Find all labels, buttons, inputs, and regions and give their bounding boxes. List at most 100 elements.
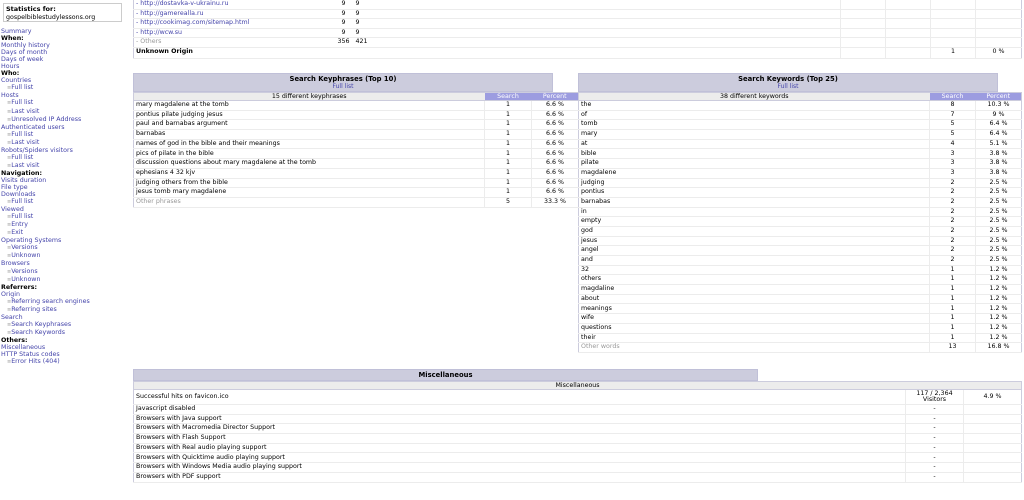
menu-link-full-list[interactable]: Full list [1,99,129,107]
menu-link-full-list[interactable]: Full list [1,198,129,206]
keyphrase-row: Other phrases 5 33.3 % [133,197,579,208]
keyword-term: others [578,274,930,286]
menu-link-versions[interactable]: Versions [1,268,129,276]
keyword-percent: 3.8 % [975,158,1022,169]
keyword-row: the 8 10.3 % [578,100,1022,111]
keyword-row: bible 3 3.8 % [578,148,1022,160]
keyphrase-percent: 6.6 % [531,100,579,111]
keyword-search-count: 3 [929,148,976,160]
misc-percent [962,423,1022,435]
menu-link-countries[interactable]: Countries [1,77,129,84]
keyword-row: questions 1 1.2 % [578,323,1022,334]
menu-link-origin[interactable]: Origin [1,291,129,298]
keyword-row: at 4 5.1 % [578,139,1022,150]
keyphrase-search-count: 1 [484,168,532,179]
menu-link-hosts[interactable]: Hosts [1,92,129,99]
keyphrase-percent: 6.6 % [531,139,579,150]
menu-link-downloads[interactable]: Downloads [1,191,129,198]
referrer-row: - http://cookimag.com/sitemap.html 9 9 [133,18,1022,29]
menu-link-last-visit[interactable]: Last visit [1,108,129,116]
referrer-url[interactable]: - http://cookimag.com/sitemap.html [133,18,334,29]
empty-cell [885,46,931,59]
menu-link-full-list[interactable]: Full list [1,213,129,221]
keyphrase-search-count: 1 [484,129,532,140]
keyphrase-percent: 6.6 % [531,129,579,140]
keyphrase-row: mary magdalene at the tomb 1 6.6 % [133,100,579,111]
menu-link-referring-sites[interactable]: Referring sites [1,306,129,314]
menu-link-referring-search-engines[interactable]: Referring search engines [1,298,129,306]
referrer-url[interactable]: - http://wcw.su [133,28,334,38]
referrer-url[interactable]: - http://gamerealla.ru [133,9,334,19]
menu-link-full-list[interactable]: Full list [1,131,129,139]
keyword-term: questions [578,323,930,334]
menu-link-last-visit[interactable]: Last visit [1,162,129,170]
menu-link-robots-spiders-visitors[interactable]: Robots/Spiders visitors [1,147,129,154]
col-percent-header: Percent [975,92,1022,101]
keyword-search-count: 2 [929,226,976,237]
menu-link-search-keywords[interactable]: Search Keywords [1,329,129,337]
menu-link-days-of-week[interactable]: Days of week [1,56,129,63]
empty-cell [885,9,931,19]
keyphrase-percent: 33.3 % [531,197,579,208]
misc-row: Browsers with Windows Media audio playin… [133,462,1022,473]
keyword-term: judging [578,178,930,189]
keyword-percent: 2.5 % [975,207,1022,218]
menu-link-unknown[interactable]: Unknown [1,276,129,284]
menu-link-summary[interactable]: Summary [1,28,129,35]
menu-link-search-keyphrases[interactable]: Search Keyphrases [1,321,129,329]
keyword-search-count: 1 [929,265,976,276]
menu-link-visits-duration[interactable]: Visits duration [1,177,129,184]
keyword-term: angel [578,245,930,256]
menu-link-unknown[interactable]: Unknown [1,252,129,260]
keyword-term: at [578,139,930,150]
menu-link-operating-systems[interactable]: Operating Systems [1,237,129,244]
misc-row: Browsers with Flash Support - [133,433,1022,444]
keyword-percent: 2.5 % [975,216,1022,227]
keyword-percent: 1.2 % [975,333,1022,344]
menu-link-authenticated-users[interactable]: Authenticated users [1,124,129,131]
menu-link-file-type[interactable]: File type [1,184,129,191]
menu-link-search[interactable]: Search [1,314,129,321]
menu-link-browsers[interactable]: Browsers [1,260,129,267]
keyword-percent: 1.2 % [975,323,1022,334]
menu-link-days-of-month[interactable]: Days of month [1,49,129,56]
menu-link-monthly-history[interactable]: Monthly history [1,42,129,49]
keyphrase-search-count: 1 [484,119,532,131]
keyword-percent: 3.8 % [975,168,1022,179]
menu-link-full-list[interactable]: Full list [1,154,129,162]
menu-link-full-list[interactable]: Full list [1,84,129,92]
keywords-title: Search Keywords (Top 25) Full list [578,73,998,92]
empty-cell [840,9,886,19]
empty-cell [885,37,931,48]
keyword-percent: 2.5 % [975,236,1022,247]
menu-link-versions[interactable]: Versions [1,244,129,252]
menu-link-entry[interactable]: Entry [1,221,129,229]
keyword-search-count: 2 [929,178,976,189]
keyword-search-count: 1 [929,294,976,305]
menu-link-hours[interactable]: Hours [1,63,129,70]
menu-link-miscellaneous[interactable]: Miscellaneous [1,344,129,351]
misc-subheader: Miscellaneous [133,381,1022,390]
menu-link-unresolved-ip-address[interactable]: Unresolved IP Address [1,116,129,124]
keyword-term: bible [578,148,930,160]
misc-label: Browsers with Macromedia Director Suppor… [133,423,906,435]
misc-percent [962,414,1022,425]
menu-heading: Who: [1,70,20,78]
misc-label: Browsers with PDF support [133,472,906,483]
keywords-full-list-link[interactable]: Full list [579,83,997,90]
keyword-percent: 1.2 % [975,284,1022,295]
misc-value: - [905,443,964,454]
keyphrases-full-list-link[interactable]: Full list [134,83,552,90]
keyphrase-term: discussion questions about mary magdalen… [133,158,485,169]
menu-link-last-visit[interactable]: Last visit [1,139,129,147]
menu-link-error-hits-404-[interactable]: Error Hits (404) [1,358,129,366]
keyphrase-search-count: 1 [484,148,532,160]
menu-link-exit[interactable]: Exit [1,229,129,237]
keyphrase-row: ephesians 4 32 kjv 1 6.6 % [133,168,579,179]
keyword-search-count: 5 [929,129,976,140]
menu-link-http-status-codes[interactable]: HTTP Status codes [1,351,129,358]
menu-link-viewed[interactable]: Viewed [1,206,129,213]
misc-row: Browsers with PDF support - [133,472,1022,483]
empty-cell [975,0,1022,10]
referrer-url[interactable]: - http://dostavka-v-ukrainu.ru [133,0,334,10]
